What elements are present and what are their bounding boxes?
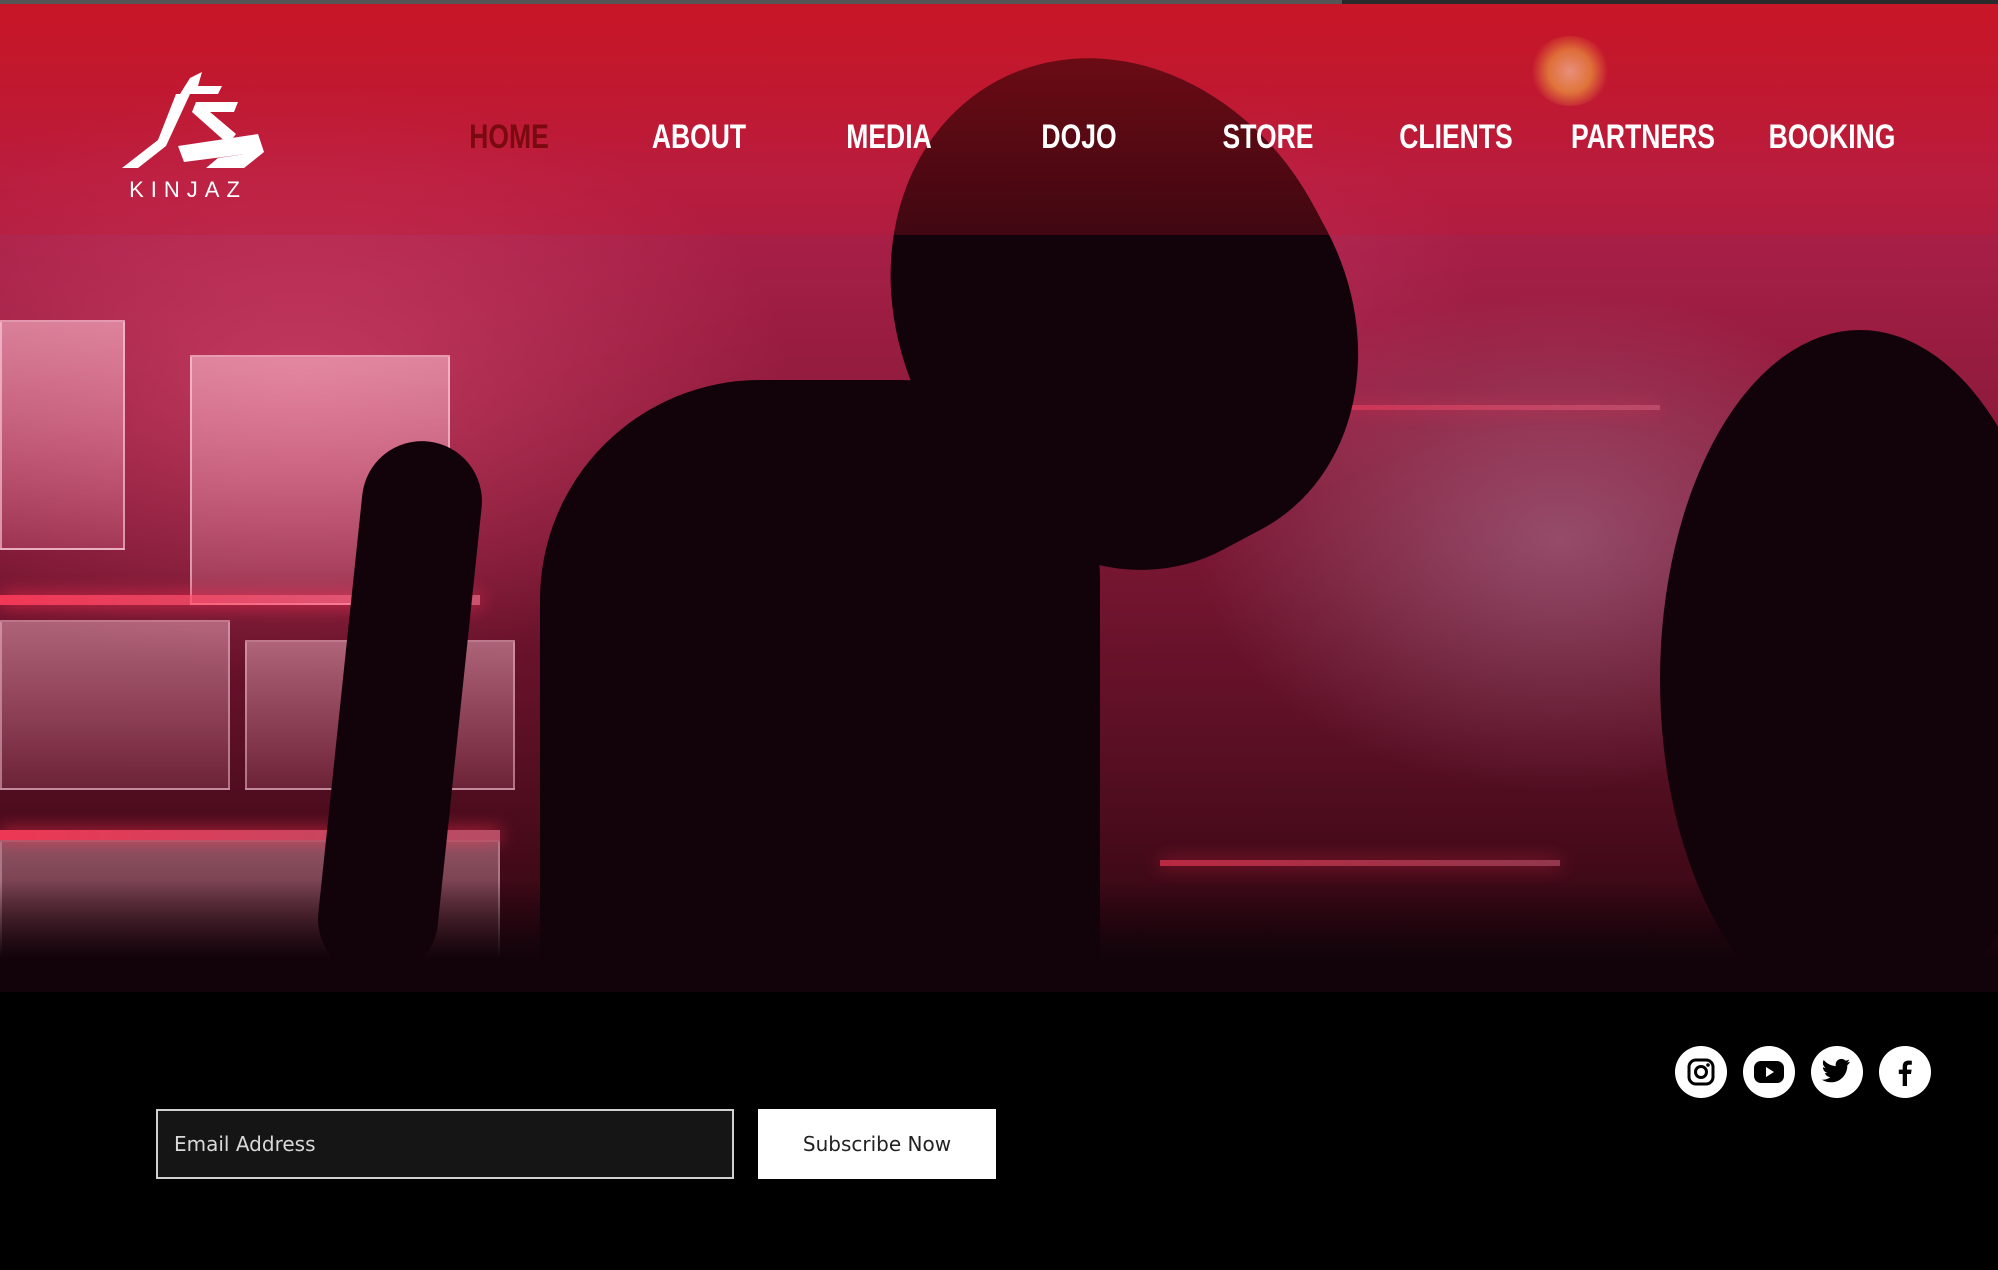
stage-light-bar xyxy=(1160,860,1560,866)
email-input[interactable] xyxy=(156,1109,734,1179)
nav-store[interactable]: STORE xyxy=(1194,118,1342,157)
nav-media[interactable]: MEDIA xyxy=(815,118,963,157)
instagram-glyph xyxy=(1687,1058,1715,1086)
twitter-glyph xyxy=(1822,1059,1851,1083)
youtube-glyph xyxy=(1754,1061,1784,1083)
nav-home[interactable]: HOME xyxy=(435,118,583,157)
video-progress-fill xyxy=(0,0,1342,4)
subscribe-button[interactable]: Subscribe Now xyxy=(758,1109,996,1179)
nav-partners[interactable]: PARTNERS xyxy=(1569,118,1717,157)
stage-light-panel xyxy=(0,320,125,550)
nav-booking[interactable]: BOOKING xyxy=(1758,118,1906,157)
nav-clients[interactable]: CLIENTS xyxy=(1382,118,1530,157)
main-nav: HOME ABOUT MEDIA DOJO STORE CLIENTS PART… xyxy=(0,118,1998,168)
foreground-shadow xyxy=(0,880,1998,992)
twitter-icon[interactable] xyxy=(1811,1046,1863,1098)
nav-dojo[interactable]: DOJO xyxy=(1005,118,1153,157)
stage-light-panel xyxy=(0,620,230,790)
facebook-icon[interactable] xyxy=(1879,1046,1931,1098)
facebook-glyph xyxy=(1898,1060,1912,1086)
instagram-icon[interactable] xyxy=(1675,1046,1727,1098)
nav-about[interactable]: ABOUT xyxy=(625,118,773,157)
stage-light-bar xyxy=(1310,405,1660,410)
video-progress-strip xyxy=(0,0,1998,4)
logo-wordmark: KINJAZ xyxy=(129,177,247,202)
youtube-icon[interactable] xyxy=(1743,1046,1795,1098)
